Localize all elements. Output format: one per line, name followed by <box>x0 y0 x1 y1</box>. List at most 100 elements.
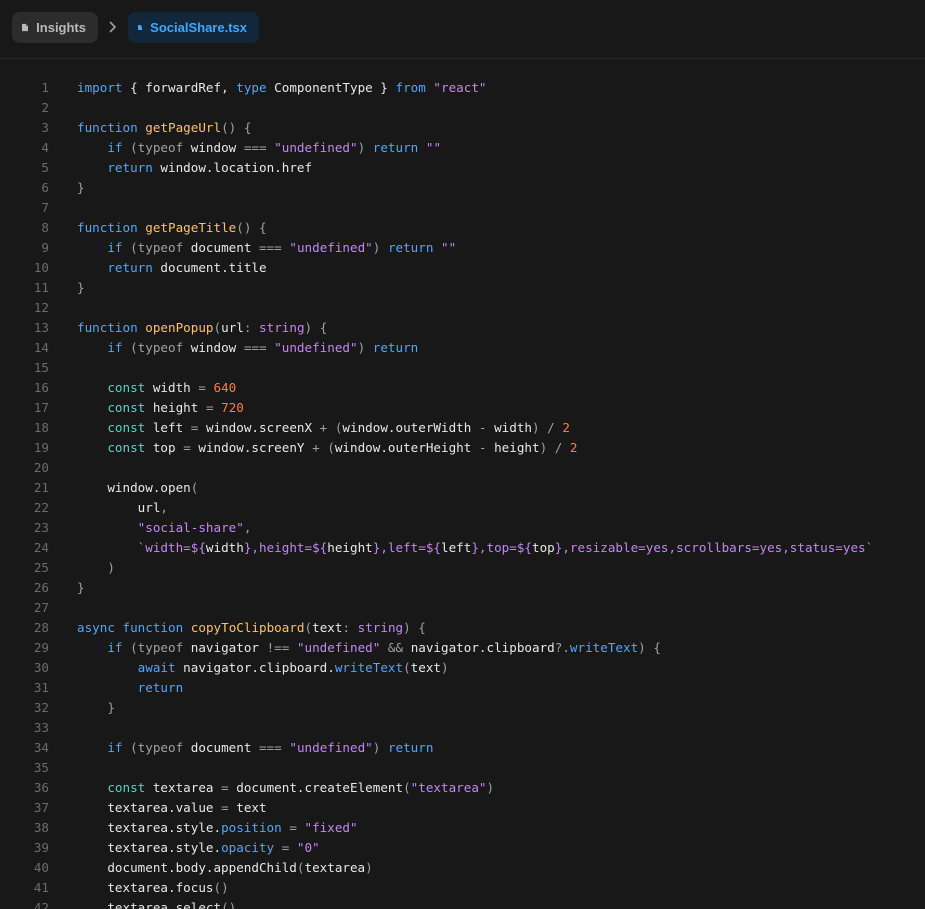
code-line: 23 "social-share", <box>0 518 925 538</box>
line-number: 34 <box>33 740 49 755</box>
code-line: 17 const height = 720 <box>0 398 925 418</box>
line-number: 22 <box>33 500 49 515</box>
line-number: 20 <box>33 460 49 475</box>
code-text: const height = 720 <box>107 400 244 415</box>
line-number: 4 <box>41 140 49 155</box>
line-number: 39 <box>33 840 49 855</box>
code-text: if (typeof window === "undefined") retur… <box>107 140 442 155</box>
line-number: 9 <box>41 240 49 255</box>
line-number: 19 <box>33 440 49 455</box>
code-line: 37 textarea.value = text <box>0 798 925 818</box>
code-text: "social-share", <box>137 520 252 535</box>
line-number: 23 <box>33 520 49 535</box>
code-line: 35 <box>0 758 925 778</box>
line-number: 30 <box>33 660 49 675</box>
code-line: 1 import { forwardRef, type ComponentType… <box>0 78 925 98</box>
code-text: } <box>77 280 85 295</box>
code-text: function openPopup(url: string) { <box>77 320 328 335</box>
line-number: 14 <box>33 340 49 355</box>
editor-tab-bar: Insights SocialShare.tsx <box>0 0 925 59</box>
line-number: 37 <box>33 800 49 815</box>
code-line: 11} <box>0 278 925 298</box>
code-line: 26} <box>0 578 925 598</box>
code-line: 28 async function copyToClipboard(text: s… <box>0 618 925 638</box>
line-number: 35 <box>33 760 49 775</box>
line-number: 26 <box>33 580 49 595</box>
code-line: 27 <box>0 598 925 618</box>
code-text: function getPageUrl() { <box>77 120 252 135</box>
code-line: 13 function openPopup(url: string) { <box>0 318 925 338</box>
code-line: 39 textarea.style.opacity = "0" <box>0 838 925 858</box>
line-number: 29 <box>33 640 49 655</box>
code-text: function getPageTitle() { <box>77 220 267 235</box>
line-number: 2 <box>41 100 49 115</box>
code-line: 9 if (typeof document === "undefined") r… <box>0 238 925 258</box>
code-text: return document.title <box>107 260 267 275</box>
code-text: textarea.select() <box>77 900 237 909</box>
line-number: 11 <box>33 280 49 295</box>
line-number: 15 <box>33 360 49 375</box>
code-line: 34 if (typeof document === "undefined") … <box>0 738 925 758</box>
line-number: 12 <box>33 300 49 315</box>
breadcrumb-label: SocialShare.tsx <box>150 20 247 35</box>
line-number: 3 <box>41 120 49 135</box>
code-line: 33 <box>0 718 925 738</box>
code-text: ) <box>77 560 115 575</box>
code-editor[interactable]: 1 import { forwardRef, type ComponentType… <box>0 78 925 909</box>
code-line: 12 <box>0 298 925 318</box>
code-text: if (typeof document === "undefined") ret… <box>107 740 434 755</box>
code-line: 42 textarea.select() <box>0 898 925 909</box>
code-line: 25 ) <box>0 558 925 578</box>
breadcrumb-item-socialshare[interactable]: SocialShare.tsx <box>128 12 259 43</box>
line-number: 25 <box>33 560 49 575</box>
line-number: 32 <box>33 700 49 715</box>
breadcrumb-label: Insights <box>36 20 86 35</box>
code-text: import { forwardRef, type ComponentType … <box>77 80 487 95</box>
code-line: 5 return window.location.href <box>0 158 925 178</box>
breadcrumb-item-insights[interactable]: Insights <box>12 12 98 43</box>
line-number: 18 <box>33 420 49 435</box>
code-text: const width = 640 <box>107 380 237 395</box>
file-icon <box>138 25 143 30</box>
line-number: 5 <box>41 160 49 175</box>
code-line: 7 <box>0 198 925 218</box>
code-line: 20 <box>0 458 925 478</box>
code-line: 32 } <box>0 698 925 718</box>
line-number: 8 <box>41 220 49 235</box>
line-number: 13 <box>33 320 49 335</box>
code-line: 36 const textarea = document.createEleme… <box>0 778 925 798</box>
code-line: 19 const top = window.screenY + (window.… <box>0 438 925 458</box>
code-line: 41 textarea.focus() <box>0 878 925 898</box>
code-line: 15 <box>0 358 925 378</box>
code-line: 22 url, <box>0 498 925 518</box>
code-text: textarea.style.opacity = "0" <box>77 840 320 855</box>
code-line: 3 function getPageUrl() { <box>0 118 925 138</box>
code-line: 4 if (typeof window === "undefined") ret… <box>0 138 925 158</box>
code-text: } <box>77 700 115 715</box>
code-line: 16 const width = 640 <box>0 378 925 398</box>
code-line: 29 if (typeof navigator !== "undefined" … <box>0 638 925 658</box>
code-text: `width=${width},height=${height},left=${… <box>137 540 874 555</box>
code-text: if (typeof window === "undefined") retur… <box>107 340 419 355</box>
code-text: textarea.focus() <box>77 880 229 895</box>
line-number: 38 <box>33 820 49 835</box>
code-line: 10 return document.title <box>0 258 925 278</box>
code-line: 24 `width=${width},height=${height},left… <box>0 538 925 558</box>
code-text: url, <box>77 500 168 515</box>
code-line: 30 await navigator.clipboard.writeText(t… <box>0 658 925 678</box>
line-number: 7 <box>41 200 49 215</box>
code-text: textarea.style.position = "fixed" <box>77 820 358 835</box>
code-line: 2 <box>0 98 925 118</box>
line-number: 28 <box>33 620 49 635</box>
code-text: await navigator.clipboard.writeText(text… <box>137 660 449 675</box>
line-number: 40 <box>33 860 49 875</box>
code-text: window.open( <box>77 480 199 495</box>
code-text: const textarea = document.createElement(… <box>107 780 495 795</box>
line-number: 1 <box>41 80 49 95</box>
code-text: const left = window.screenX + (window.ou… <box>107 420 570 435</box>
code-text: if (typeof document === "undefined") ret… <box>107 240 457 255</box>
line-number: 42 <box>33 900 49 909</box>
code-line: 6} <box>0 178 925 198</box>
line-number: 36 <box>33 780 49 795</box>
code-line: 40 document.body.appendChild(textarea) <box>0 858 925 878</box>
